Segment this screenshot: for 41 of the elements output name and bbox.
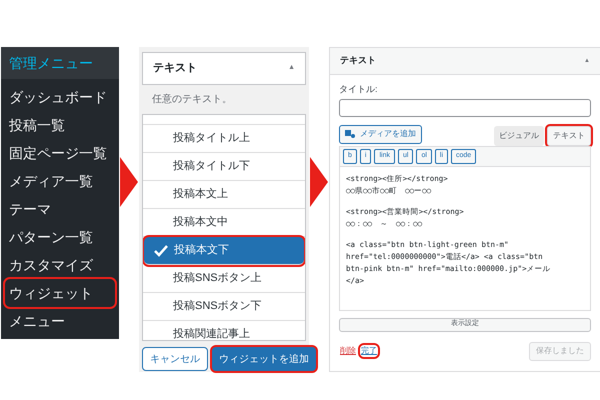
delete-link[interactable]: 削除 <box>339 345 357 357</box>
menu-item[interactable]: 固定ページ一覧 <box>5 139 115 167</box>
editor-tab[interactable]: テキスト <box>547 126 591 146</box>
media-icon <box>345 129 356 139</box>
area-item[interactable]: 投稿タイトル上 <box>143 125 305 153</box>
area-item[interactable]: 投稿タイトル下 <box>143 153 305 181</box>
menu-item[interactable]: テーマ <box>5 195 115 223</box>
check-icon <box>154 244 168 256</box>
menu-item[interactable]: メディア一覧 <box>5 167 115 195</box>
widget-title: テキスト <box>153 61 197 76</box>
area-item[interactable]: 投稿SNSボタン下 <box>143 293 305 321</box>
title-label: タイトル: <box>339 83 379 96</box>
area-label: 投稿関連記事上 <box>173 327 250 340</box>
editor-tab[interactable]: ビジュアル <box>494 126 544 146</box>
area-label: 投稿タイトル上 <box>173 131 250 146</box>
menu-item[interactable]: カスタマイズ <box>5 251 115 279</box>
menu-title: 管理メニュー <box>9 54 93 72</box>
title-field[interactable] <box>339 98 591 116</box>
area-item[interactable]: 投稿本文下 <box>144 237 304 265</box>
area-label: 投稿本文下 <box>174 242 229 258</box>
area-label: 投稿本文上 <box>173 186 228 202</box>
menu-item[interactable]: パターン一覧 <box>5 223 115 251</box>
menu-item[interactable]: ウィジェット <box>5 279 115 307</box>
menu-item[interactable]: 投稿一覧 <box>5 111 115 139</box>
area-label: 投稿SNSボタン下 <box>173 299 262 314</box>
cancel-button[interactable]: キャンセル <box>142 347 208 371</box>
widget-title: テキスト <box>340 54 376 68</box>
area-label: 投稿SNSボタン上 <box>173 271 262 286</box>
area-item[interactable]: 投稿本文上 <box>143 181 305 209</box>
area-label: 投稿タイトル下 <box>173 159 250 174</box>
add-media-button[interactable]: メディアを追加 <box>339 124 422 144</box>
menu-item[interactable]: ダッシュボード <box>5 83 115 111</box>
done-link[interactable]: 完了 <box>360 345 378 357</box>
text-editor[interactable] <box>339 166 591 310</box>
add-widget-button[interactable]: ウィジェットを追加 <box>212 347 316 371</box>
arrow-icon <box>120 157 138 207</box>
menu-item[interactable]: メニュー <box>5 307 115 335</box>
arrow-icon <box>310 157 328 207</box>
area-label: 投稿本文中 <box>173 214 228 230</box>
area-item[interactable]: 投稿SNSボタン上 <box>143 265 305 293</box>
widget-description: 任意のテキスト。 <box>151 92 233 107</box>
